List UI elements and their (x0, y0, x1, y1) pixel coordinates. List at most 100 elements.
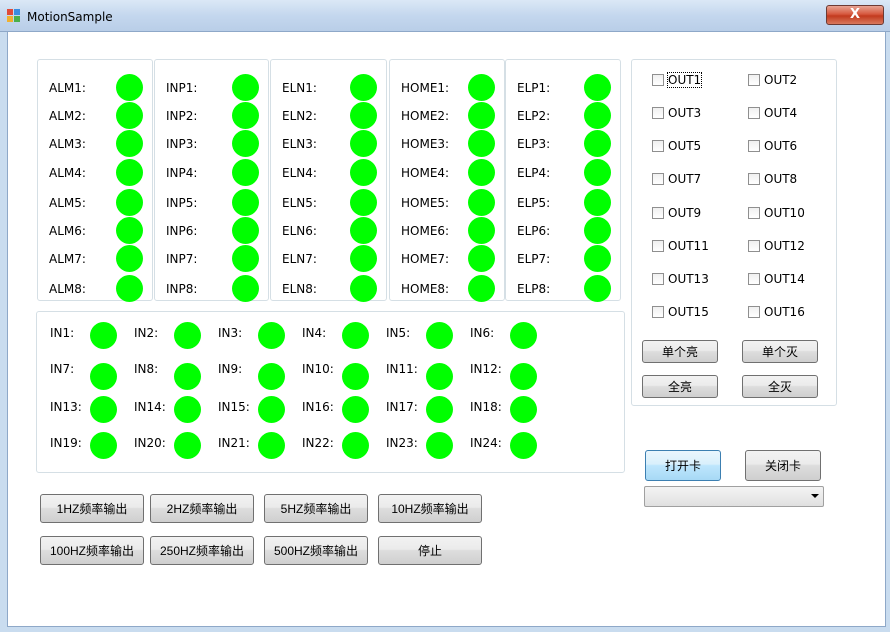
output-checkbox[interactable] (748, 306, 760, 318)
input-label: IN17: (386, 400, 418, 414)
output-checkbox[interactable] (652, 207, 664, 219)
open-card-button[interactable]: 打开卡 (645, 450, 721, 481)
home-status-led (468, 159, 495, 186)
output-checkbox[interactable] (748, 273, 760, 285)
client-area: ALM1: ALM2: ALM3: ALM4: ALM5: ALM6: ALM7: ALM8:… (7, 31, 886, 627)
card-select-dropdown[interactable] (644, 486, 824, 507)
eln-status-led (350, 245, 377, 272)
output-checkbox[interactable] (652, 240, 664, 252)
eln-label: ELN7: (282, 252, 317, 266)
output-label[interactable]: OUT4 (764, 106, 797, 120)
eln-status-led (350, 102, 377, 129)
home-label: HOME1: (401, 81, 450, 95)
input-status-led (426, 322, 453, 349)
inp-label: INP3: (166, 137, 198, 151)
elp-label: ELP6: (517, 224, 551, 238)
input-label: IN12: (470, 362, 502, 376)
chevron-down-icon (811, 494, 819, 498)
output-checkbox[interactable] (748, 140, 760, 152)
alm-panel: ALM1: ALM2: ALM3: ALM4: ALM5: ALM6: ALM7: ALM8: (37, 59, 153, 302)
inp-label: INP1: (166, 81, 198, 95)
input-label: IN8: (134, 362, 159, 376)
output-checkbox[interactable] (652, 173, 664, 185)
output-label[interactable]: OUT15 (668, 305, 709, 319)
close-icon: X (849, 7, 861, 22)
output-checkbox[interactable] (652, 107, 664, 119)
frequency-output-button-7[interactable]: 500HZ频率输出 (264, 536, 368, 565)
output-checkbox[interactable] (652, 273, 664, 285)
input-status-led (426, 396, 453, 423)
input-status-led (174, 432, 201, 459)
title-bar[interactable]: MotionSample X (0, 0, 890, 32)
eln-label: ELN1: (282, 81, 317, 95)
input-status-led (342, 432, 369, 459)
output-label[interactable]: OUT8 (764, 172, 797, 186)
frequency-output-button-3[interactable]: 5HZ频率输出 (264, 494, 368, 523)
frequency-output-button-6[interactable]: 250HZ频率输出 (150, 536, 254, 565)
output-label[interactable]: OUT14 (764, 272, 805, 286)
frequency-output-button-1[interactable]: 1HZ频率输出 (40, 494, 144, 523)
elp-status-led (584, 275, 611, 302)
output-label[interactable]: OUT2 (764, 73, 797, 87)
inp-label: INP6: (166, 224, 198, 238)
inp-label: INP4: (166, 166, 198, 180)
elp-label: ELP1: (517, 81, 551, 95)
output-label[interactable]: OUT10 (764, 206, 805, 220)
input-status-led (510, 396, 537, 423)
output-checkbox[interactable] (748, 207, 760, 219)
eln-status-led (350, 130, 377, 157)
input-label: IN19: (50, 436, 82, 450)
input-label: IN11: (386, 362, 418, 376)
output-checkbox[interactable] (748, 107, 760, 119)
output-label[interactable]: OUT16 (764, 305, 805, 319)
alm-label: ALM6: (49, 224, 86, 238)
alm-label: ALM3: (49, 137, 86, 151)
eln-status-led (350, 159, 377, 186)
close-button[interactable]: X (826, 5, 884, 25)
output-checkbox[interactable] (748, 240, 760, 252)
alm-status-led (116, 245, 143, 272)
single-on-button[interactable]: 单个亮 (642, 340, 718, 363)
home-status-led (468, 245, 495, 272)
inp-label: INP2: (166, 109, 198, 123)
output-checkbox[interactable] (652, 140, 664, 152)
input-status-led (426, 363, 453, 390)
alm-label: ALM8: (49, 282, 86, 296)
input-label: IN10: (302, 362, 334, 376)
inp-status-led (232, 189, 259, 216)
output-label[interactable]: OUT9 (668, 206, 701, 220)
inp-status-led (232, 102, 259, 129)
elp-label: ELP8: (517, 282, 551, 296)
elp-label: ELP3: (517, 137, 551, 151)
all-off-button[interactable]: 全灭 (742, 375, 818, 398)
output-label[interactable]: OUT6 (764, 139, 797, 153)
output-checkbox[interactable] (748, 173, 760, 185)
output-label[interactable]: OUT7 (668, 172, 701, 186)
alm-label: ALM2: (49, 109, 86, 123)
alm-label: ALM5: (49, 196, 86, 210)
output-checkbox[interactable] (748, 74, 760, 86)
window-title: MotionSample (27, 10, 113, 24)
single-off-button[interactable]: 单个灭 (742, 340, 818, 363)
output-label[interactable]: OUT1 (666, 72, 703, 88)
frequency-output-button-2[interactable]: 2HZ频率输出 (150, 494, 254, 523)
frequency-output-button-4[interactable]: 10HZ频率输出 (378, 494, 482, 523)
output-label[interactable]: OUT13 (668, 272, 709, 286)
input-status-led (258, 322, 285, 349)
output-label[interactable]: OUT11 (668, 239, 709, 253)
eln-label: ELN6: (282, 224, 317, 238)
all-on-button[interactable]: 全亮 (642, 375, 718, 398)
frequency-output-button-8[interactable]: 停止 (378, 536, 482, 565)
input-label: IN6: (470, 326, 495, 340)
output-label[interactable]: OUT3 (668, 106, 701, 120)
output-checkbox[interactable] (652, 306, 664, 318)
inp-label: INP7: (166, 252, 198, 266)
alm-status-led (116, 189, 143, 216)
close-card-button[interactable]: 关闭卡 (745, 450, 821, 481)
output-label[interactable]: OUT12 (764, 239, 805, 253)
input-label: IN15: (218, 400, 250, 414)
input-status-led (258, 363, 285, 390)
output-label[interactable]: OUT5 (668, 139, 701, 153)
output-checkbox[interactable] (652, 74, 664, 86)
frequency-output-button-5[interactable]: 100HZ频率输出 (40, 536, 144, 565)
